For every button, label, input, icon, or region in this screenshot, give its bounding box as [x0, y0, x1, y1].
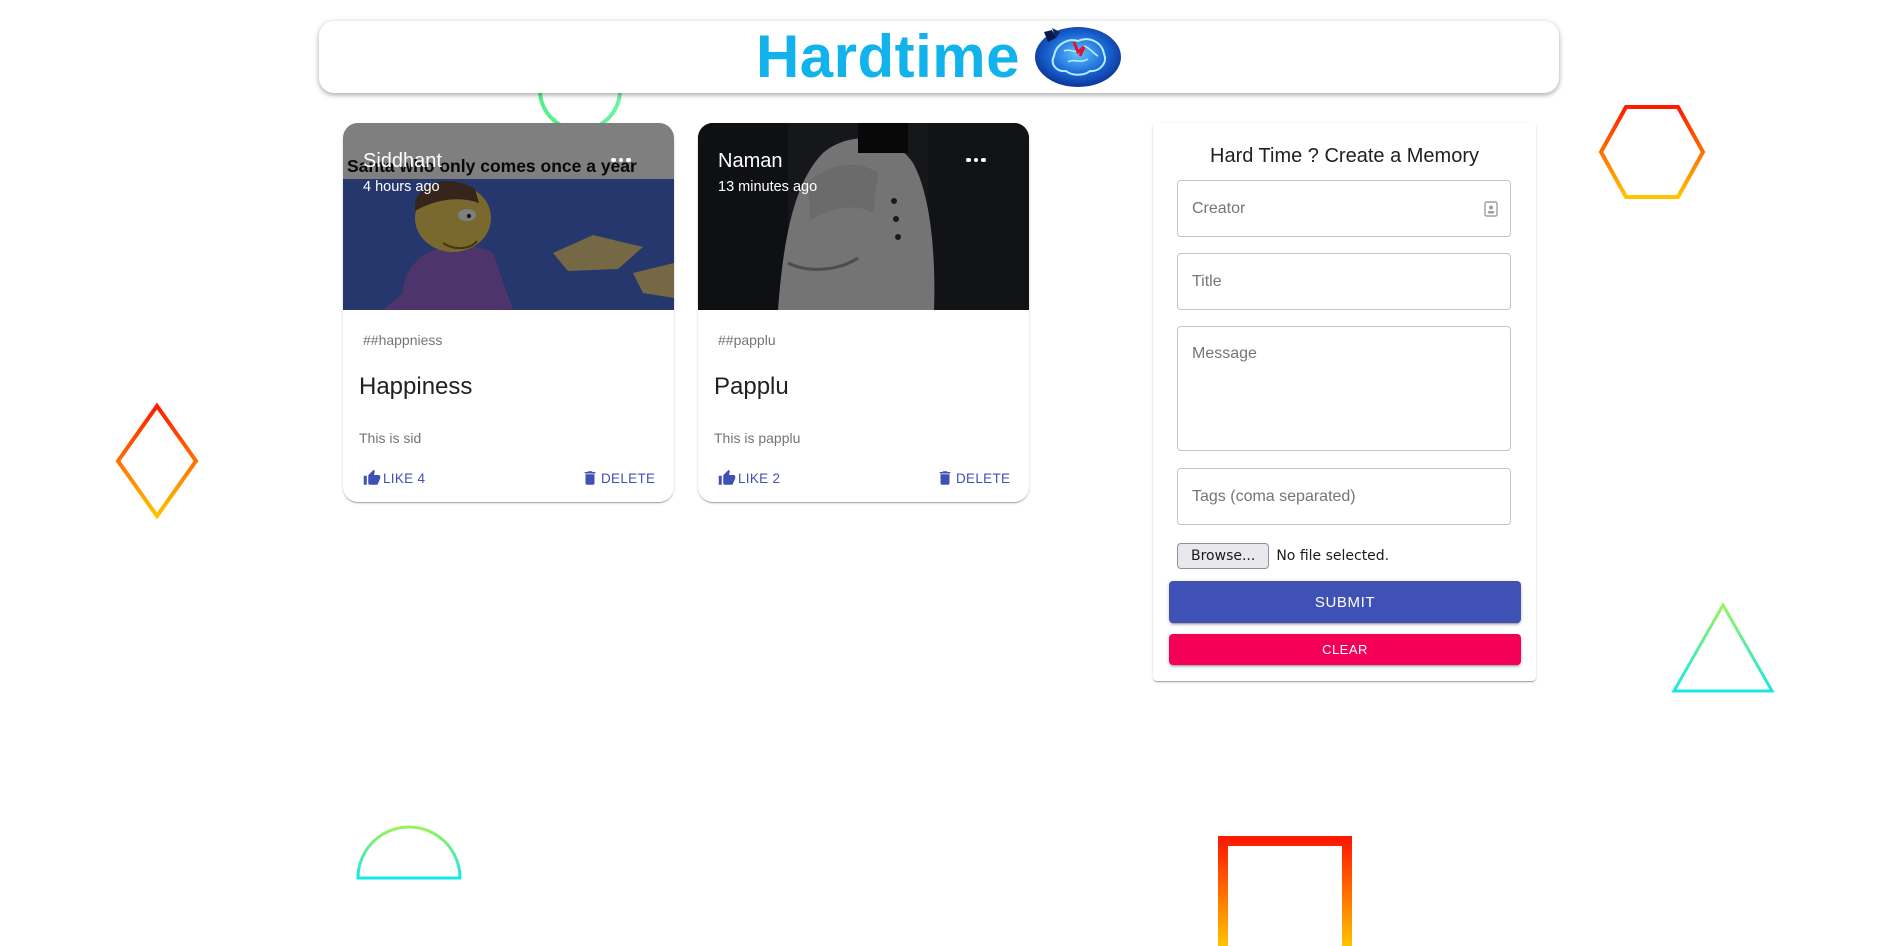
post-tags: ##papplu [718, 332, 776, 348]
like-button[interactable]: LIKE 2 [718, 463, 780, 493]
file-upload: Browse... No file selected. [1177, 543, 1389, 569]
post-time: 13 minutes ago [718, 179, 818, 195]
post-tags: ##happniess [363, 332, 443, 348]
decorative-semicircle-shape [356, 825, 462, 880]
post-time: 4 hours ago [363, 179, 440, 195]
submit-button[interactable]: SUBMIT [1169, 581, 1521, 623]
tags-input[interactable] [1178, 469, 1510, 524]
post-title: Papplu [714, 373, 789, 400]
like-label: LIKE 4 [383, 470, 426, 486]
delete-button[interactable]: DELETE [581, 463, 655, 493]
post-image: Naman 13 minutes ago [698, 123, 1029, 310]
decorative-hexagon-shape [1598, 105, 1706, 199]
decorative-diamond-shape [115, 402, 199, 520]
post-creator: Naman [718, 150, 783, 172]
title-field [1177, 253, 1511, 310]
decorative-triangle-shape [1671, 601, 1775, 693]
decorative-square-shape [1218, 836, 1352, 946]
message-field [1177, 326, 1511, 451]
app-title: Hardtime [755, 23, 1021, 90]
post-message: This is sid [359, 430, 422, 446]
form-heading: Hard Time ? Create a Memory [1210, 145, 1479, 167]
file-status: No file selected. [1276, 548, 1390, 564]
like-label: LIKE 2 [738, 470, 781, 486]
title-input[interactable] [1178, 254, 1510, 309]
more-horiz-icon[interactable] [965, 153, 987, 167]
post-card: Naman 13 minutes ago ##papplu Papplu Thi… [698, 123, 1029, 502]
post-card: Santa who only comes once a year Siddhan… [343, 123, 674, 502]
message-input[interactable] [1178, 327, 1510, 450]
post-creator: Siddhant [363, 150, 442, 172]
clear-button[interactable]: CLEAR [1169, 634, 1521, 665]
page: Hardtime Siddhant 4 hours ago ##happnies… [0, 0, 1878, 946]
like-button[interactable]: LIKE 4 [363, 463, 425, 493]
thumb-up-icon [363, 469, 381, 485]
post-message: This is papplu [714, 430, 801, 446]
thumb-up-icon [718, 469, 736, 485]
delete-button[interactable]: DELETE [936, 463, 1010, 493]
post-image: Santa who only comes once a year Siddhan… [343, 123, 674, 310]
create-memory-form: Hard Time ? Create a Memory Browse... No… [1153, 123, 1536, 681]
creator-field [1177, 180, 1511, 237]
trash-icon [584, 471, 596, 485]
delete-label: DELETE [956, 470, 1011, 486]
browse-button[interactable]: Browse... [1177, 543, 1270, 569]
creator-input[interactable] [1178, 181, 1510, 236]
more-horiz-icon[interactable] [610, 153, 632, 167]
brain-icon [1035, 27, 1122, 87]
tags-field [1177, 468, 1511, 525]
post-title: Happiness [359, 373, 473, 400]
trash-icon [939, 471, 951, 485]
app-bar: Hardtime [319, 21, 1559, 93]
contact-card-icon [1484, 201, 1498, 217]
delete-label: DELETE [601, 470, 656, 486]
